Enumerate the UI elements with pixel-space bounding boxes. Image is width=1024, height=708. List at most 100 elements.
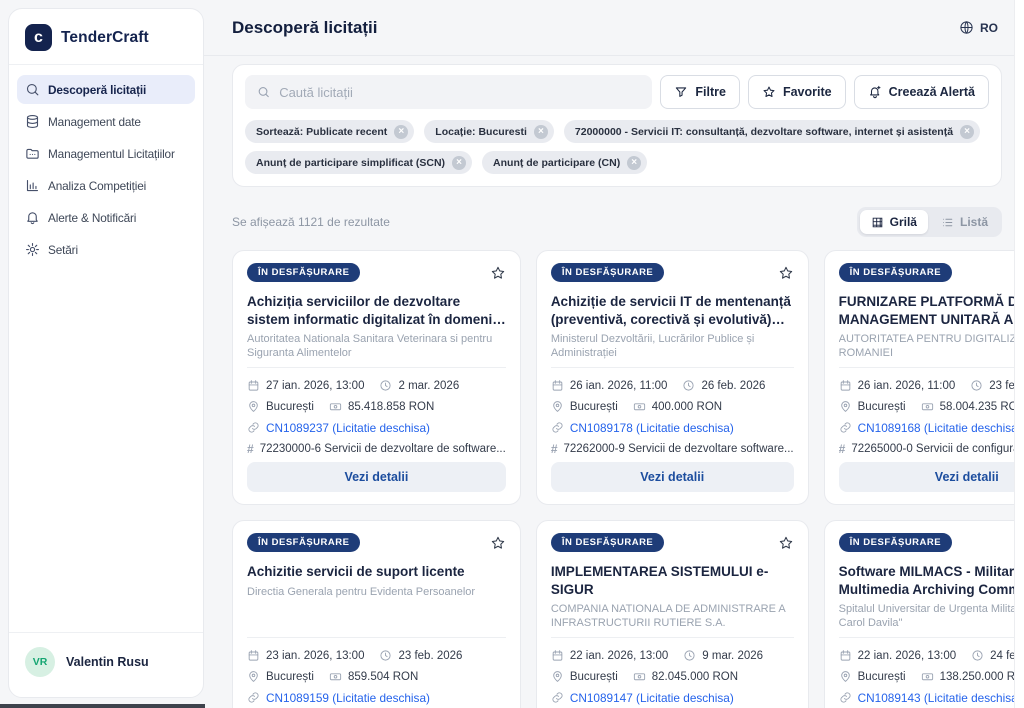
deadline-date: 26 feb. 2026 <box>701 380 765 392</box>
tendercraft-logo-icon: c <box>25 24 52 51</box>
clock-icon <box>971 649 984 662</box>
tender-link[interactable]: CN1089147 (Licitatie deschisa) <box>570 691 734 705</box>
avatar: VR <box>25 647 55 677</box>
calendar-icon <box>247 379 260 392</box>
bar-chart-icon <box>25 178 40 193</box>
tender-authority: Spitalul Universitar de Urgenta Militar … <box>839 602 1014 630</box>
clock-icon <box>683 649 696 662</box>
link-icon <box>839 421 852 434</box>
banknote-icon <box>633 400 646 413</box>
tender-link[interactable]: CN1089237 (Licitatie deschisa) <box>266 421 430 435</box>
window-bottom-edge <box>0 704 205 708</box>
tender-value: 138.250.000 RON <box>940 671 1014 683</box>
tender-title: FURNIZARE PLATFORMĂ DE MANAGEMENT UNITAR… <box>839 293 1014 328</box>
view-toggle: Grilă Listă <box>857 207 1002 237</box>
calendar-icon <box>551 649 564 662</box>
location-pin-icon <box>551 670 564 683</box>
location-pin-icon <box>839 670 852 683</box>
favorite-star-icon[interactable] <box>778 535 794 551</box>
sidebar-item-management-date[interactable]: Management date <box>17 107 195 136</box>
favorites-button[interactable]: Favorite <box>748 75 846 109</box>
favorite-star-icon[interactable] <box>778 265 794 281</box>
link-icon <box>247 691 260 704</box>
sidebar-item-managementul-licitatiilor[interactable]: Managementul Licitațiilor <box>17 139 195 168</box>
sidebar-nav: Descoperă licitații Management date Mana… <box>9 65 203 274</box>
view-list-button[interactable]: Listă <box>930 210 999 234</box>
published-date: 22 ian. 2026, 13:00 <box>858 650 956 662</box>
scrollbar[interactable] <box>1014 0 1024 708</box>
status-badge: ÎN DESFĂȘURARE <box>247 533 360 552</box>
filter-chip: Locație: Bucuresti × <box>424 120 554 143</box>
hash-icon: # <box>839 442 846 456</box>
tender-link[interactable]: CN1089143 (Licitatie deschisa) <box>858 691 1014 705</box>
user-profile[interactable]: VR Valentin Rusu <box>9 632 203 697</box>
deadline-date: 2 mar. 2026 <box>398 380 459 392</box>
tender-link[interactable]: CN1089168 (Licitatie deschisa) <box>858 421 1014 435</box>
filters-button[interactable]: Filtre <box>660 75 740 109</box>
status-badge: ÎN DESFĂȘURARE <box>551 263 664 282</box>
published-date: 26 ian. 2026, 11:00 <box>570 380 668 392</box>
tender-authority: COMPANIA NATIONALA DE ADMINISTRARE A INF… <box>551 602 794 630</box>
clock-icon <box>379 379 392 392</box>
deadline-date: 23 feb. 2026 <box>989 380 1014 392</box>
clock-icon <box>379 649 392 662</box>
language-label: RO <box>980 21 998 35</box>
tender-authority: AUTORITATEA PENTRU DIGITALIZAREA ROMANIE… <box>839 332 1014 360</box>
app-logo: c TenderCraft <box>9 9 203 65</box>
tender-link[interactable]: CN1089159 (Licitatie deschisa) <box>266 691 430 705</box>
status-badge: ÎN DESFĂȘURARE <box>839 533 952 552</box>
banknote-icon <box>921 670 934 683</box>
remove-filter-icon[interactable]: × <box>394 125 408 139</box>
filter-chip: Anunț de participare (CN) × <box>482 151 647 174</box>
star-icon <box>762 85 776 99</box>
status-badge: ÎN DESFĂȘURARE <box>551 533 664 552</box>
view-grid-button[interactable]: Grilă <box>860 210 928 234</box>
tender-title: Achiziția serviciilor de dezvoltare sist… <box>247 293 506 328</box>
sidebar-item-label: Management date <box>48 115 141 129</box>
tender-link[interactable]: CN1089178 (Licitatie deschisa) <box>570 421 734 435</box>
deadline-date: 9 mar. 2026 <box>702 650 763 662</box>
favorite-star-icon[interactable] <box>490 535 506 551</box>
tender-card: ÎN DESFĂȘURARE Achizitie servicii de sup… <box>232 520 521 708</box>
sidebar-item-setari[interactable]: Setări <box>17 235 195 264</box>
banknote-icon <box>329 400 342 413</box>
results-count: Se afișează 1121 de rezultate <box>232 215 390 229</box>
remove-filter-icon[interactable]: × <box>627 156 641 170</box>
details-button[interactable]: Vezi detalii <box>839 462 1014 492</box>
tender-city: București <box>570 401 618 413</box>
deadline-date: 23 feb. 2026 <box>398 650 462 662</box>
search-input[interactable] <box>279 85 640 100</box>
tender-cpv: 72262000-9 Servicii de dezvoltare softwa… <box>564 443 794 455</box>
tender-card: ÎN DESFĂȘURARE Achiziția serviciilor de … <box>232 250 521 505</box>
tender-authority: Autoritatea Nationala Sanitara Veterinar… <box>247 332 506 360</box>
remove-filter-icon[interactable]: × <box>534 125 548 139</box>
language-selector[interactable]: RO <box>959 20 998 35</box>
location-pin-icon <box>551 400 564 413</box>
details-button[interactable]: Vezi detalii <box>247 462 506 492</box>
user-name: Valentin Rusu <box>66 655 149 669</box>
sidebar: c TenderCraft Descoperă licitații Manage… <box>8 8 204 698</box>
favorite-star-icon[interactable] <box>490 265 506 281</box>
tender-card: ÎN DESFĂȘURARE IMPLEMENTAREA SISTEMULUI … <box>536 520 809 708</box>
tender-value: 859.504 RON <box>348 671 418 683</box>
sidebar-item-alerte-notificari[interactable]: Alerte & Notificări <box>17 203 195 232</box>
globe-icon <box>959 20 974 35</box>
banknote-icon <box>921 400 934 413</box>
tender-cpv: 72265000-0 Servicii de configurare de so… <box>851 443 1014 455</box>
details-button[interactable]: Vezi detalii <box>551 462 794 492</box>
app-name: TenderCraft <box>61 29 149 47</box>
hash-icon: # <box>247 442 254 456</box>
tender-city: București <box>266 401 314 413</box>
create-alert-button[interactable]: Creează Alertă <box>854 75 989 109</box>
tender-city: București <box>570 671 618 683</box>
remove-filter-icon[interactable]: × <box>960 125 974 139</box>
tender-value: 82.045.000 RON <box>652 671 738 683</box>
location-pin-icon <box>247 670 260 683</box>
remove-filter-icon[interactable]: × <box>452 156 466 170</box>
sidebar-item-analiza-competitiei[interactable]: Analiza Competiției <box>17 171 195 200</box>
sidebar-item-descopera-licitatii[interactable]: Descoperă licitații <box>17 75 195 104</box>
link-icon <box>551 421 564 434</box>
tender-card: ÎN DESFĂȘURARE FURNIZARE PLATFORMĂ DE MA… <box>824 250 1014 505</box>
tender-title: Software MILMACS - Military Multimedia A… <box>839 563 1014 598</box>
search-icon <box>257 85 270 99</box>
